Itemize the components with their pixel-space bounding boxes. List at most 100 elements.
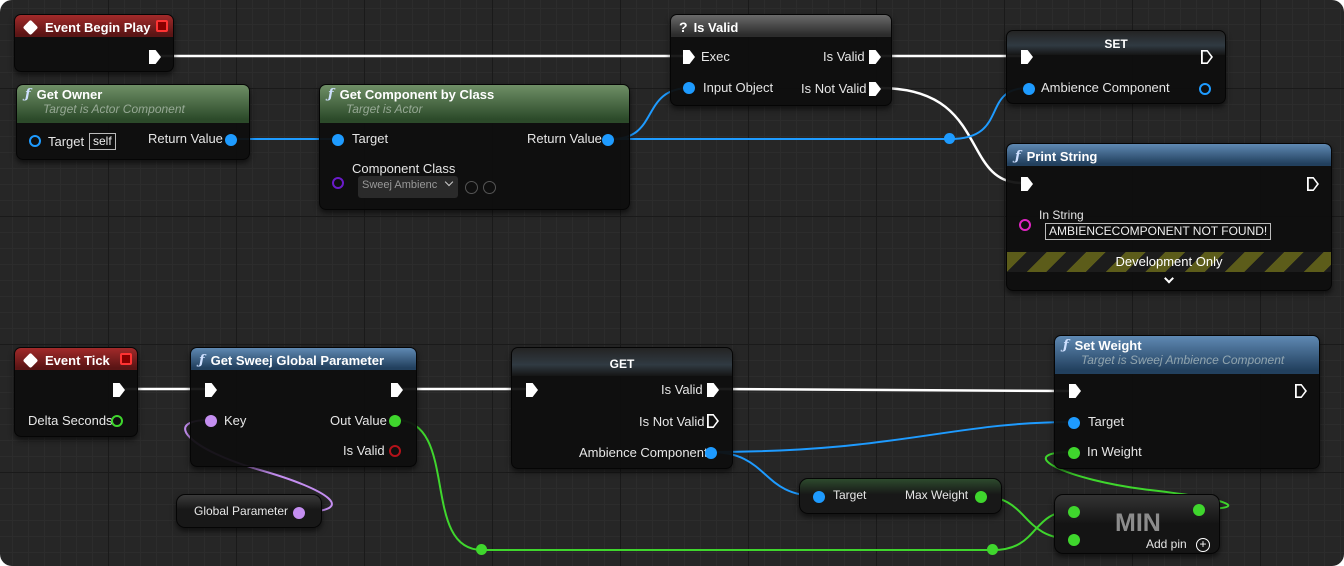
get-sweej-param-header[interactable]: ƒ Get Sweej Global Parameter <box>191 348 416 370</box>
is-valid-valid-label: Is Valid <box>823 49 865 64</box>
get-owner-target-value[interactable]: self <box>89 133 116 150</box>
is-valid-valid-out-pin[interactable] <box>869 50 881 64</box>
param-exec-in-pin[interactable] <box>205 383 217 397</box>
global-parameter-node[interactable]: Global Parameter <box>176 494 322 528</box>
plus-circle-icon[interactable]: + <box>1196 538 1210 552</box>
min-input-a-pin[interactable] <box>1068 506 1080 518</box>
set-weight-inweight-pin[interactable] <box>1068 447 1080 459</box>
event-tick-delta-pin[interactable] <box>111 415 123 427</box>
is-valid-node[interactable]: ? Is Valid Exec Is Valid Input Object Is… <box>670 14 892 106</box>
get-owner-header[interactable]: ƒ Get Owner Target is Actor Component <box>17 85 249 123</box>
param-valid-label: Is Valid <box>343 443 385 458</box>
param-key-pin[interactable] <box>205 415 217 427</box>
function-f-icon: ƒ <box>328 87 334 102</box>
get-owner-node[interactable]: ƒ Get Owner Target is Actor Component Tar… <box>16 84 250 160</box>
get-owner-target-pin[interactable] <box>29 135 41 147</box>
browse-search-icon[interactable] <box>483 181 496 194</box>
gcbc-class-dropdown[interactable]: Sweej Ambienc <box>358 176 458 198</box>
get-owner-subtitle: Target is Actor Component <box>43 102 185 116</box>
event-begin-play-title: Event Begin Play <box>45 19 151 35</box>
print-string-node[interactable]: ƒ Print String In String AMBIENCECOMPONE… <box>1006 143 1332 291</box>
set-weight-header[interactable]: ƒ Set Weight Target is Sweej Ambience Com… <box>1055 336 1319 374</box>
print-exec-out-pin[interactable] <box>1307 177 1319 191</box>
function-f-icon: ƒ <box>1063 338 1069 353</box>
print-exec-in-pin[interactable] <box>1021 177 1033 191</box>
set-var-out-pin[interactable] <box>1199 83 1211 95</box>
min-out-pin[interactable] <box>1193 504 1205 516</box>
set-weight-exec-in-pin[interactable] <box>1069 384 1081 398</box>
event-tick-node[interactable]: Event Tick Delta Seconds <box>14 347 138 437</box>
get-component-by-class-node[interactable]: ƒ Get Component by Class Target is Actor … <box>319 84 630 210</box>
event-tick-delta-label: Delta Seconds <box>28 413 113 428</box>
print-string-header[interactable]: ƒ Print String <box>1007 144 1331 166</box>
set-var-label: Ambience Component <box>1041 80 1170 95</box>
event-begin-play-node[interactable]: Event Begin Play <box>14 14 174 72</box>
param-out-label: Out Value <box>330 413 387 428</box>
set-weight-node[interactable]: ƒ Set Weight Target is Sweej Ambience Com… <box>1054 335 1320 469</box>
event-tick-exec-out-pin[interactable] <box>113 383 125 397</box>
get-var-out-pin[interactable] <box>705 447 717 459</box>
event-tick-header[interactable]: Event Tick <box>15 348 137 370</box>
diamond-event-icon <box>22 19 39 35</box>
event-begin-play-header[interactable]: Event Begin Play <box>15 15 173 37</box>
wire-exec-get-setweight <box>715 387 1071 393</box>
param-out-pin[interactable] <box>389 415 401 427</box>
set-ambience-node[interactable]: SET Ambience Component <box>1006 30 1226 104</box>
get-ambience-node[interactable]: GET Is Valid Is Not Valid Ambience Compo… <box>511 347 733 469</box>
gcbc-target-label: Target <box>352 131 389 146</box>
get-sweej-global-parameter-node[interactable]: ƒ Get Sweej Global Parameter Key Out Val… <box>190 347 417 467</box>
is-valid-input-label: Input Object <box>703 80 774 95</box>
chevron-down-icon[interactable] <box>1164 273 1174 284</box>
use-selected-asset-icon[interactable] <box>465 181 478 194</box>
function-f-icon: ƒ <box>199 352 205 368</box>
get-owner-return-pin[interactable] <box>225 134 237 146</box>
gcbc-class-pin[interactable] <box>332 177 344 189</box>
is-valid-exec-in-pin[interactable] <box>683 50 695 64</box>
print-in-string-value[interactable]: AMBIENCECOMPONENT NOT FOUND! <box>1045 223 1272 240</box>
get-header[interactable]: GET <box>512 348 732 376</box>
set-weight-target-pin[interactable] <box>1068 417 1080 429</box>
min-input-b-pin[interactable] <box>1068 534 1080 546</box>
event-tick-title: Event Tick <box>45 352 110 368</box>
max-weight-out-pin[interactable] <box>975 491 987 503</box>
set-weight-title: Set Weight <box>1074 338 1142 353</box>
print-string-title: Print String <box>1026 148 1098 164</box>
get-title: GET <box>609 357 635 371</box>
min-node[interactable]: MIN Add pin + <box>1054 494 1220 554</box>
is-valid-header[interactable]: ? Is Valid <box>671 15 891 37</box>
set-weight-target-label: Target <box>1088 414 1125 429</box>
global-parameter-out-pin[interactable] <box>293 507 305 519</box>
get-valid-label: Is Valid <box>661 382 703 397</box>
wire-get-target <box>709 421 1074 453</box>
get-var-label: Ambience Component <box>579 445 708 460</box>
get-exec-in-pin[interactable] <box>526 383 538 397</box>
reroute-knot-float-a[interactable] <box>476 544 487 555</box>
set-weight-exec-out-pin[interactable] <box>1295 384 1307 398</box>
is-valid-input-pin[interactable] <box>683 82 695 94</box>
get-notvalid-out-pin[interactable] <box>707 414 719 428</box>
get-valid-out-pin[interactable] <box>707 383 719 397</box>
chevron-down-icon <box>444 177 454 187</box>
is-valid-notvalid-label: Is Not Valid <box>801 81 867 96</box>
get-sweej-param-title: Get Sweej Global Parameter <box>210 352 384 368</box>
max-weight-node[interactable]: Target Max Weight <box>799 478 1002 514</box>
set-exec-out-pin[interactable] <box>1201 50 1213 64</box>
param-valid-pin[interactable] <box>389 445 401 457</box>
gcbc-target-pin[interactable] <box>332 134 344 146</box>
gcbc-return-pin[interactable] <box>602 134 614 146</box>
gcbc-class-label: Component Class <box>352 161 456 176</box>
max-weight-target-pin[interactable] <box>813 491 825 503</box>
param-exec-out-pin[interactable] <box>391 383 403 397</box>
is-valid-notvalid-out-pin[interactable] <box>869 82 881 96</box>
set-var-in-pin[interactable] <box>1023 83 1035 95</box>
reroute-knot-object[interactable] <box>944 133 955 144</box>
blueprint-graph[interactable]: Event Begin Play ƒ Get Owner Target is Ac… <box>0 0 1344 566</box>
reroute-knot-float-b[interactable] <box>987 544 998 555</box>
set-weight-subtitle: Target is Sweej Ambience Component <box>1081 353 1285 367</box>
min-add-pin-label[interactable]: Add pin <box>1146 537 1187 551</box>
get-component-by-class-title: Get Component by Class <box>339 87 495 102</box>
begin-play-exec-out-pin[interactable] <box>149 50 161 64</box>
get-component-by-class-header[interactable]: ƒ Get Component by Class Target is Actor <box>320 85 629 123</box>
set-header[interactable]: SET <box>1007 31 1225 55</box>
print-in-string-pin[interactable] <box>1019 219 1031 231</box>
